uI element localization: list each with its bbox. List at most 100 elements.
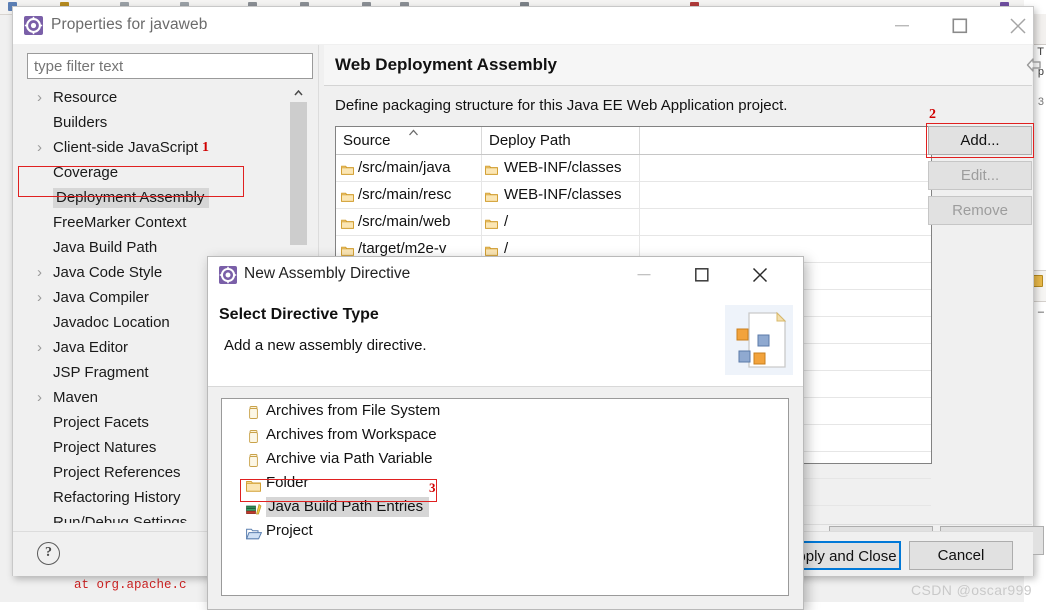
close-button[interactable] [995,7,1041,44]
tree-item-label: Java Build Path [53,239,157,256]
help-icon[interactable]: ? [37,542,60,565]
modal-header: Select Directive Type Add a new assembly… [208,293,803,387]
chevron-right-icon[interactable]: › [37,335,42,360]
tree-item-label: Resource [53,89,117,106]
console-output-line: at org.apache.c [74,578,187,592]
eclipse-properties-icon [24,16,43,35]
eclipse-wizard-icon [219,266,237,284]
wizard-banner-icon [725,305,793,375]
directive-item-java-build-path-entries[interactable]: Java Build Path Entries [222,495,788,519]
chevron-right-icon[interactable]: › [37,260,42,285]
tree-item-label: Client-side JavaScript [53,139,198,156]
chevron-right-icon[interactable]: › [37,285,42,310]
tree-item-freemarker-context[interactable]: FreeMarker Context [27,210,313,235]
filter-input[interactable] [27,53,313,79]
tree-item-label: FreeMarker Context [53,214,186,231]
properties-title-bar: Properties for javaweb [13,7,1033,44]
annotation-marker-2: 2 [929,107,936,123]
tree-item-label: Deployment Assembly [53,188,209,208]
directive-item-folder[interactable]: Folder [222,471,788,495]
watermark: CSDN @oscar999 [911,582,1032,598]
directive-item-label: Project [266,522,313,539]
modal-maximize-button[interactable] [680,257,724,293]
directive-item-project[interactable]: Project [222,519,788,543]
directive-item-archive-via-path-variable[interactable]: Archive via Path Variable [222,447,788,471]
tree-item-client-side-javascript[interactable]: › Client-side JavaScript [27,135,313,160]
scroll-up-icon[interactable] [290,85,307,102]
cell-deploy-path: / [482,209,640,235]
background-text: 3 [1038,96,1044,108]
cell-extra [640,209,932,235]
tree-item-deployment-assembly[interactable]: Deployment Assembly [27,185,313,210]
cell-extra [640,182,932,208]
directive-item-label: Archives from Workspace [266,426,437,443]
annotation-marker-1: 1 [202,140,209,156]
table-header-row: Source Deploy Path [336,127,931,155]
table-row[interactable]: /src/main/web/ [336,209,931,236]
jar-icon [246,452,261,467]
cancel-button[interactable]: Cancel [909,541,1013,570]
page-description: Define packaging structure for this Java… [335,97,787,114]
edit-button: Edit... [928,161,1032,190]
directive-item-label: Archive via Path Variable [266,450,432,467]
maximize-button[interactable] [937,7,983,44]
modal-close-button[interactable] [738,257,782,293]
tree-item-label: Project References [53,464,181,481]
tree-item-label: Project Natures [53,439,156,456]
modal-heading: Select Directive Type [219,306,379,324]
modal-title-bar: New Assembly Directive [208,257,803,293]
annotation-marker-3: 3 [429,480,436,496]
column-header-blank[interactable] [640,127,932,154]
folder-icon [246,476,261,491]
tree-item-label: Java Compiler [53,289,149,306]
tree-scrollbar[interactable] [290,85,307,245]
modal-title: New Assembly Directive [244,265,410,283]
directive-item-label: Java Build Path Entries [266,497,429,517]
directive-item-label: Archives from File System [266,402,440,419]
remove-button: Remove [928,196,1032,225]
tree-item-builders[interactable]: Builders [27,110,313,135]
tree-item-coverage[interactable]: Coverage [27,160,313,185]
chevron-right-icon[interactable]: › [37,135,42,160]
cell-source: /src/main/web [336,209,482,235]
cell-deploy-path: WEB-INF/classes [482,182,640,208]
tree-item-label: Run/Debug Settings [53,514,187,523]
directive-item-archives-from-file-system[interactable]: Archives from File System [222,399,788,423]
tree-item-label: Javadoc Location [53,314,170,331]
cell-extra [640,155,932,181]
modal-minimize-button[interactable] [622,257,666,293]
chevron-right-icon[interactable]: › [37,85,42,110]
minimize-button[interactable] [879,7,925,44]
directive-item-label: Folder [266,474,309,491]
tree-item-label: Project Facets [53,414,149,431]
table-action-buttons: 2 Add... Edit... Remove [924,126,1032,246]
jar-icon [246,428,261,443]
table-row[interactable]: /src/main/javaWEB-INF/classes [336,155,931,182]
directive-item-archives-from-workspace[interactable]: Archives from Workspace [222,423,788,447]
tree-item-resource[interactable]: › Resource [27,85,313,110]
add-button[interactable]: Add... [928,126,1032,155]
page-title: Web Deployment Assembly [335,55,557,75]
modal-subheading: Add a new assembly directive. [224,337,427,354]
table-row[interactable]: /src/main/rescWEB-INF/classes [336,182,931,209]
cell-source: /src/main/resc [336,182,482,208]
background-text: – [1038,306,1044,318]
tree-item-label: Maven [53,389,98,406]
cell-source: /src/main/java [336,155,482,181]
back-arrow-icon[interactable] [1024,53,1044,77]
project-folder-icon [246,524,261,539]
tree-item-label: Coverage [53,164,118,181]
java-build-path-icon [246,500,261,515]
page-header: Web Deployment Assembly [324,45,1032,86]
tree-item-label: JSP Fragment [53,364,149,381]
jar-icon [246,404,261,419]
tree-item-label: Java Code Style [53,264,162,281]
directive-type-list[interactable]: Archives from File System Archives from W… [221,398,789,596]
column-header-deploy-path[interactable]: Deploy Path [482,127,640,154]
sort-ascending-icon [408,128,419,140]
tree-item-label: Refactoring History [53,489,181,506]
chevron-right-icon[interactable]: › [37,385,42,410]
new-assembly-directive-dialog: New Assembly Directive Select Directive … [207,256,804,610]
scrollbar-thumb[interactable] [290,102,307,245]
tree-item-label: Java Editor [53,339,128,356]
